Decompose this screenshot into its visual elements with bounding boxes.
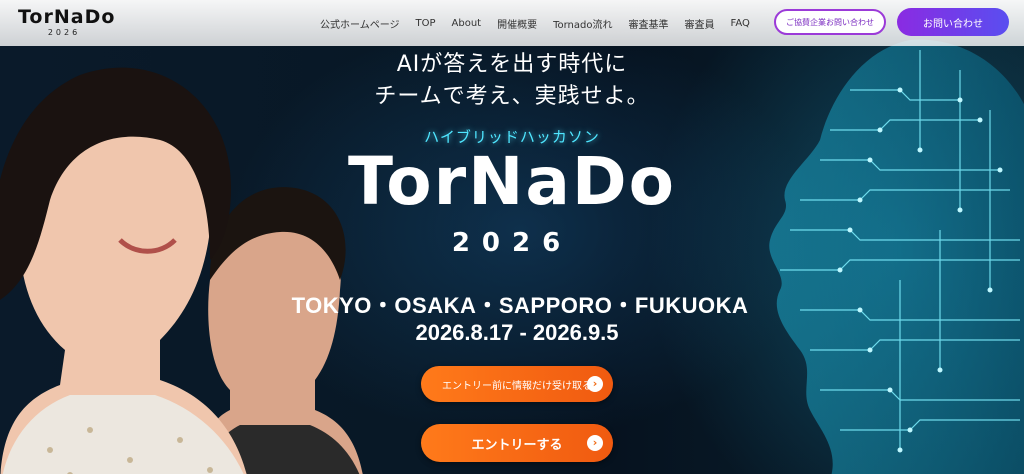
entry-info-button[interactable]: エントリー前に情報だけ受け取る › [421, 366, 613, 402]
hero-tagline-line2: チームで考え、実践せよ。 [374, 84, 650, 109]
hero-year: 2026 [451, 228, 573, 258]
nav-link-flow[interactable]: Tornado流れ [545, 16, 620, 31]
hero-cities: TOKYO・OSAKA・SAPPORO・FUKUOKA [291, 293, 749, 318]
site-header: TorNaDo 2026 公式ホームページ TOP About 開催概要 Tor… [0, 0, 1024, 46]
hero-dates: 2026.8.17 - 2026.9.5 [415, 320, 619, 345]
nav-link-official-home[interactable]: 公式ホームページ [312, 16, 408, 31]
main-nav: 公式ホームページ TOP About 開催概要 Tornado流れ 審査基準 審… [312, 0, 758, 46]
nav-link-criteria[interactable]: 審査基準 [621, 16, 677, 31]
entry-info-button-label: エントリー前に情報だけ受け取る [442, 380, 592, 392]
entry-button-label: エントリーする [471, 437, 563, 453]
chevron-right-icon: › [587, 376, 603, 392]
site-logo[interactable]: TorNaDo 2026 [18, 6, 118, 40]
hero-section: AIが答えを出す時代に チームで考え、実践せよ。 ハイブリッドハッカソン Tor… [0, 0, 1024, 474]
partner-inquiry-button[interactable]: ご協賛企業お問い合わせ [774, 9, 886, 35]
nav-link-overview[interactable]: 開催概要 [489, 16, 545, 31]
nav-link-faq[interactable]: FAQ [723, 18, 758, 29]
chevron-right-icon: › [587, 435, 603, 451]
woman-photo [0, 67, 247, 474]
logo-text: TorNaDo [18, 6, 116, 28]
nav-link-top[interactable]: TOP [408, 18, 444, 29]
nav-link-judges[interactable]: 審査員 [677, 16, 723, 31]
nav-link-about[interactable]: About [444, 18, 490, 29]
hero-tagline-line1: AIが答えを出す時代に [396, 52, 628, 77]
hero-title-logo: TorNaDo [347, 143, 677, 220]
logo-year: 2026 [47, 28, 81, 37]
entry-button[interactable]: エントリーする › [421, 424, 613, 462]
contact-button[interactable]: お問い合わせ [897, 8, 1009, 36]
